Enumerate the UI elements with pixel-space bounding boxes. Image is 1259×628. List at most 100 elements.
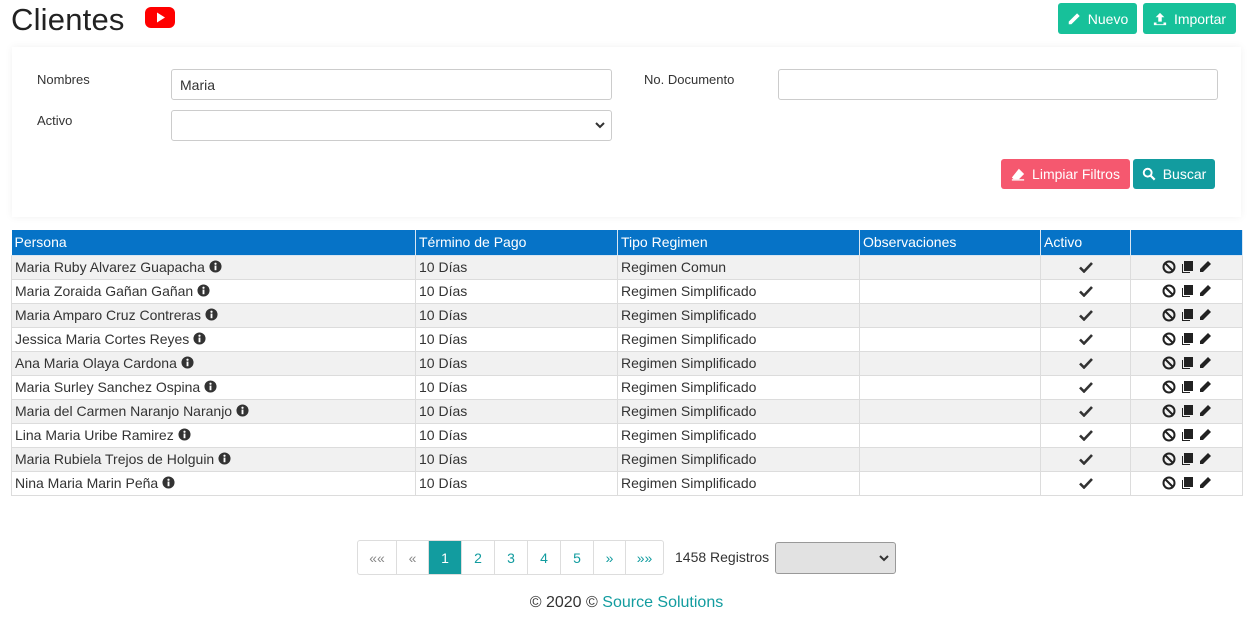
info-icon[interactable] bbox=[197, 284, 210, 297]
table-row[interactable]: Maria Rubiela Trejos de Holguin 10 Días Re… bbox=[11, 446, 1243, 472]
ban-icon[interactable] bbox=[1162, 380, 1176, 394]
edit-icon[interactable] bbox=[1198, 308, 1212, 322]
copy-icon[interactable] bbox=[1180, 332, 1194, 346]
page-4[interactable]: 4 bbox=[528, 541, 561, 574]
info-icon[interactable] bbox=[209, 260, 222, 273]
ban-icon[interactable] bbox=[1162, 332, 1176, 346]
column-header-observaciones[interactable]: Observaciones bbox=[859, 230, 1041, 256]
edit-icon[interactable] bbox=[1198, 356, 1212, 370]
clear-filters-button[interactable]: Limpiar Filtros bbox=[1001, 159, 1130, 189]
copy-icon[interactable] bbox=[1180, 428, 1194, 442]
edit-icon[interactable] bbox=[1198, 260, 1212, 274]
cell-activo bbox=[1040, 302, 1131, 328]
clear-filters-label: Limpiar Filtros bbox=[1032, 166, 1120, 182]
cell-persona: Jessica Maria Cortes Reyes bbox=[11, 326, 416, 352]
column-header-persona[interactable]: Persona bbox=[11, 230, 416, 256]
cell-activo bbox=[1040, 254, 1131, 280]
cell-observaciones bbox=[859, 326, 1041, 352]
documento-input[interactable] bbox=[778, 69, 1218, 100]
table-row[interactable]: Maria Ruby Alvarez Guapacha 10 Días Regime… bbox=[11, 254, 1243, 280]
activo-select[interactable] bbox=[171, 110, 612, 141]
chevron-down-icon bbox=[879, 555, 889, 562]
page-3[interactable]: 3 bbox=[495, 541, 528, 574]
cell-regimen: Regimen Simplificado bbox=[617, 350, 860, 376]
youtube-icon[interactable] bbox=[145, 7, 175, 28]
edit-icon[interactable] bbox=[1198, 428, 1212, 442]
info-icon[interactable] bbox=[204, 380, 217, 393]
ban-icon[interactable] bbox=[1162, 452, 1176, 466]
edit-icon[interactable] bbox=[1198, 380, 1212, 394]
cell-observaciones bbox=[859, 398, 1041, 424]
table-row[interactable]: Maria del Carmen Naranjo Naranjo 10 Días R… bbox=[11, 398, 1243, 424]
table-row[interactable]: Jessica Maria Cortes Reyes 10 Días Regimen… bbox=[11, 326, 1243, 352]
info-icon[interactable] bbox=[193, 332, 206, 345]
ban-icon[interactable] bbox=[1162, 260, 1176, 274]
copy-icon[interactable] bbox=[1180, 476, 1194, 490]
persona-name: Ana Maria Olaya Cardona bbox=[15, 355, 177, 371]
column-header-termino[interactable]: Término de Pago bbox=[415, 230, 618, 256]
edit-icon[interactable] bbox=[1198, 332, 1212, 346]
edit-icon[interactable] bbox=[1198, 404, 1212, 418]
footer: © 2020 © Source Solutions bbox=[0, 594, 1253, 612]
cell-observaciones bbox=[859, 350, 1041, 376]
cell-observaciones bbox=[859, 422, 1041, 448]
persona-name: Maria Amparo Cruz Contreras bbox=[15, 307, 201, 323]
edit-icon[interactable] bbox=[1198, 476, 1212, 490]
ban-icon[interactable] bbox=[1162, 476, 1176, 490]
new-button[interactable]: Nuevo bbox=[1058, 3, 1137, 34]
table-row[interactable]: Maria Amparo Cruz Contreras 10 Días Regime… bbox=[11, 302, 1243, 328]
footer-copyright: © 2020 © bbox=[529, 594, 598, 611]
info-icon[interactable] bbox=[236, 404, 249, 417]
copy-icon[interactable] bbox=[1180, 356, 1194, 370]
page-last[interactable]: »» bbox=[626, 541, 663, 574]
search-button[interactable]: Buscar bbox=[1133, 159, 1215, 189]
cell-termino: 10 Días bbox=[415, 470, 618, 496]
table-row[interactable]: Nina Maria Marin Peña 10 Días Regimen Simp… bbox=[11, 470, 1243, 496]
ban-icon[interactable] bbox=[1162, 404, 1176, 418]
cell-regimen: Regimen Simplificado bbox=[617, 302, 860, 328]
page-first[interactable]: «« bbox=[358, 541, 397, 574]
cell-regimen: Regimen Simplificado bbox=[617, 326, 860, 352]
table-row[interactable]: Lina Maria Uribe Ramirez 10 Días Regimen S… bbox=[11, 422, 1243, 448]
ban-icon[interactable] bbox=[1162, 428, 1176, 442]
page-prev[interactable]: « bbox=[397, 541, 429, 574]
page-5[interactable]: 5 bbox=[561, 541, 594, 574]
info-icon[interactable] bbox=[181, 356, 194, 369]
persona-name: Lina Maria Uribe Ramirez bbox=[15, 427, 174, 443]
copy-icon[interactable] bbox=[1180, 452, 1194, 466]
copy-icon[interactable] bbox=[1180, 308, 1194, 322]
table-row[interactable]: Maria Zoraida Gañan Gañan 10 Días Regimen … bbox=[11, 278, 1243, 304]
cell-termino: 10 Días bbox=[415, 254, 618, 280]
column-header-regimen[interactable]: Tipo Regimen bbox=[617, 230, 860, 256]
search-button-label: Buscar bbox=[1162, 166, 1207, 182]
ban-icon[interactable] bbox=[1162, 308, 1176, 322]
info-icon[interactable] bbox=[205, 308, 218, 321]
cell-termino: 10 Días bbox=[415, 398, 618, 424]
copy-icon[interactable] bbox=[1180, 404, 1194, 418]
nombres-input-value: Maria bbox=[180, 76, 216, 93]
edit-icon[interactable] bbox=[1198, 452, 1212, 466]
import-button[interactable]: Importar bbox=[1143, 3, 1236, 34]
page-1[interactable]: 1 bbox=[429, 541, 462, 574]
page-next[interactable]: » bbox=[594, 541, 626, 574]
page-2[interactable]: 2 bbox=[462, 541, 495, 574]
nombres-input[interactable]: Maria bbox=[171, 69, 612, 100]
cell-actions bbox=[1130, 470, 1243, 496]
table-row[interactable]: Maria Surley Sanchez Ospina 10 Días Regime… bbox=[11, 374, 1243, 400]
edit-icon[interactable] bbox=[1198, 284, 1212, 298]
ban-icon[interactable] bbox=[1162, 356, 1176, 370]
copy-icon[interactable] bbox=[1180, 284, 1194, 298]
info-icon[interactable] bbox=[178, 428, 191, 441]
info-icon[interactable] bbox=[218, 452, 231, 465]
column-header-activo[interactable]: Activo bbox=[1040, 230, 1131, 256]
cell-activo bbox=[1040, 374, 1131, 400]
check-icon bbox=[1078, 334, 1093, 346]
copy-icon[interactable] bbox=[1180, 380, 1194, 394]
table-row[interactable]: Ana Maria Olaya Cardona 10 Días Regimen Si… bbox=[11, 350, 1243, 376]
copy-icon[interactable] bbox=[1180, 260, 1194, 274]
page-size-select[interactable] bbox=[775, 542, 896, 574]
footer-link[interactable]: Source Solutions bbox=[602, 594, 723, 611]
ban-icon[interactable] bbox=[1162, 284, 1176, 298]
cell-regimen: Regimen Simplificado bbox=[617, 278, 860, 304]
info-icon[interactable] bbox=[162, 476, 175, 489]
